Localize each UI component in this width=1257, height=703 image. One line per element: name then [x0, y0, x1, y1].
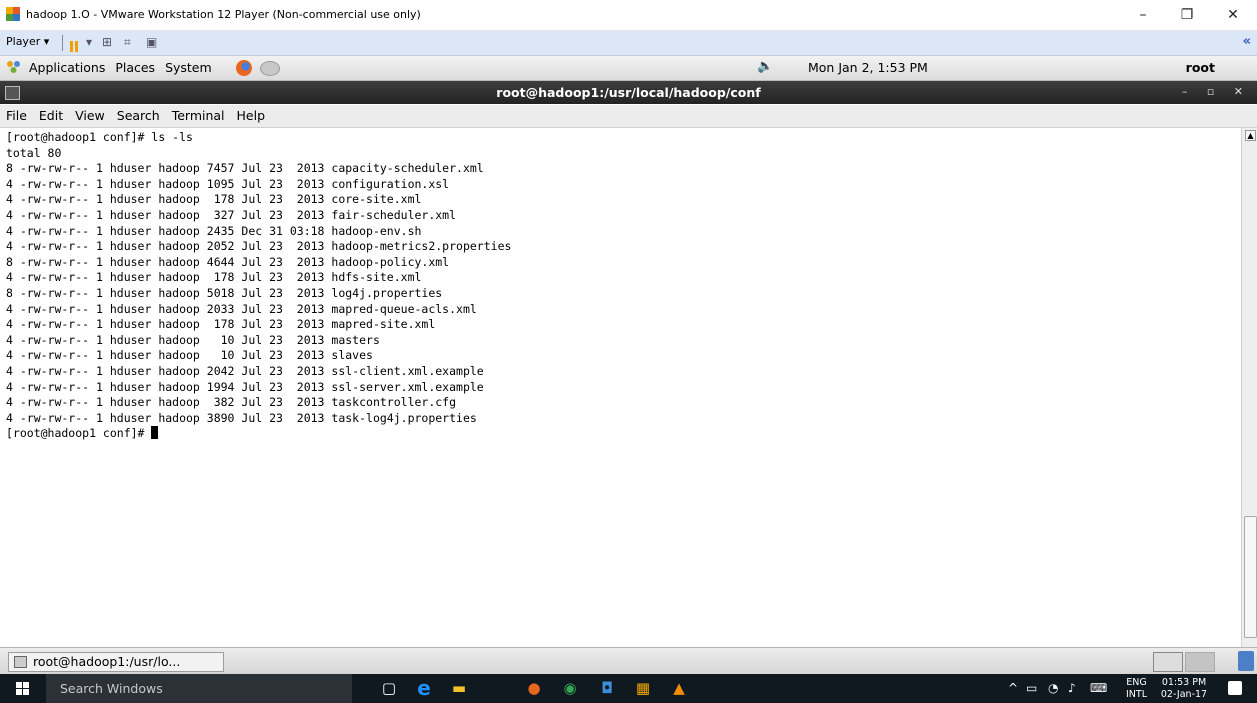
network-devices-icon[interactable]: ⊞	[102, 35, 112, 49]
menu-places[interactable]: Places	[115, 60, 155, 75]
restore-button[interactable]: ❐	[1164, 0, 1210, 30]
menu-help[interactable]: Help	[237, 108, 266, 123]
minimize-button[interactable]: –	[1120, 0, 1166, 30]
taskbar-window-terminal[interactable]: root@hadoop1:/usr/lo...	[8, 652, 224, 672]
wifi-icon[interactable]: ◔	[1048, 681, 1058, 695]
terminal-line: 4 -rw-rw-r-- 1 hduser hadoop 178 Jul 23 …	[6, 317, 436, 332]
terminal-line: 4 -rw-rw-r-- 1 hduser hadoop 2052 Jul 23…	[6, 239, 512, 254]
terminal-line: 4 -rw-rw-r-- 1 hduser hadoop 10 Jul 23 2…	[6, 332, 380, 347]
network-launcher-icon[interactable]	[260, 61, 280, 76]
vmware-taskbar-icon[interactable]: ▦	[626, 674, 660, 703]
task-label: root@hadoop1:/usr/lo...	[33, 654, 181, 669]
terminal-text: [root@hadoop1 conf]# ls -ls total 80 8 -…	[0, 128, 1241, 442]
speaker-icon[interactable]: ♪	[1068, 681, 1076, 695]
vmware-title-bar: hadoop 1.O - VMware Workstation 12 Playe…	[0, 0, 1257, 31]
store-icon[interactable]: ◘	[590, 674, 624, 703]
keyboard-icon[interactable]: ⌨	[1090, 681, 1107, 695]
terminal-prompt: [root@hadoop1 conf]#	[6, 426, 152, 441]
terminal-line: 8 -rw-rw-r-- 1 hduser hadoop 7457 Jul 23…	[6, 161, 484, 176]
terminal-line: 4 -rw-rw-r-- 1 hduser hadoop 2435 Dec 31…	[6, 223, 422, 238]
menu-edit[interactable]: Edit	[39, 108, 63, 123]
terminal-line: 4 -rw-rw-r-- 1 hduser hadoop 2033 Jul 23…	[6, 301, 477, 316]
menu-search[interactable]: Search	[117, 108, 160, 123]
volume-icon[interactable]: 🔈	[757, 59, 773, 74]
windows-search-box[interactable]: Search Windows	[46, 674, 352, 703]
terminal-window-controls[interactable]: – ▫ ✕	[1182, 85, 1251, 98]
workspace-2[interactable]	[1185, 652, 1215, 672]
task-view-icon[interactable]: ▢	[372, 674, 406, 703]
terminal-line: 8 -rw-rw-r-- 1 hduser hadoop 4644 Jul 23…	[6, 254, 450, 269]
menu-file[interactable]: File	[6, 108, 27, 123]
fullscreen-icon[interactable]: ⌗	[124, 35, 131, 50]
terminal-line: 4 -rw-rw-r-- 1 hduser hadoop 3890 Jul 23…	[6, 410, 477, 425]
battery-icon[interactable]: ▭	[1026, 681, 1037, 695]
menu-system[interactable]: System	[165, 60, 212, 75]
terminal-cursor	[151, 426, 159, 440]
terminal-line: 4 -rw-rw-r-- 1 hduser hadoop 382 Jul 23 …	[6, 395, 457, 410]
terminal-title-bar: root@hadoop1:/usr/local/hadoop/conf – ▫ …	[0, 81, 1257, 104]
show-hidden-icons-icon[interactable]: ^	[1008, 681, 1018, 695]
scrollbar-thumb[interactable]	[1244, 516, 1257, 638]
terminal-icon	[14, 656, 27, 668]
panel-clock[interactable]: Mon Jan 2, 1:53 PM	[808, 60, 928, 75]
windows-taskbar: Search Windows ▢ e ▬ ● ◉ ◘ ▦ ▲ ^ ▭ ◔ ♪ ⌨…	[0, 674, 1257, 703]
vmware-window-title: hadoop 1.O - VMware Workstation 12 Playe…	[26, 8, 421, 21]
terminal-line: 4 -rw-rw-r-- 1 hduser hadoop 2042 Jul 23…	[6, 363, 484, 378]
terminal-line: 8 -rw-rw-r-- 1 hduser hadoop 5018 Jul 23…	[6, 285, 443, 300]
chrome-icon[interactable]: ◉	[553, 674, 587, 703]
terminal-output[interactable]: [root@hadoop1 conf]# ls -ls total 80 8 -…	[0, 128, 1241, 647]
terminal-line: 4 -rw-rw-r-- 1 hduser hadoop 327 Jul 23 …	[6, 207, 457, 222]
taskbar-date: 02-Jan-17	[1160, 689, 1208, 700]
menu-terminal[interactable]: Terminal	[172, 108, 225, 123]
vmware-toolbar: Player ▾ ▾ ⊞ ⌗ ▣ «	[0, 31, 1257, 56]
terminal-line: total 80	[6, 145, 62, 160]
terminal-line: 4 -rw-rw-r-- 1 hduser hadoop 1095 Jul 23…	[6, 176, 450, 191]
close-button[interactable]: ✕	[1210, 0, 1256, 30]
menu-view[interactable]: View	[75, 108, 105, 123]
taskbar-time: 01:53 PM	[1161, 677, 1207, 688]
trash-icon[interactable]	[1238, 651, 1254, 671]
toolbar-divider	[62, 35, 63, 51]
applications-foot-icon	[7, 61, 20, 73]
pause-dropdown-icon[interactable]: ▾	[86, 35, 92, 49]
firefox-icon[interactable]: ●	[517, 674, 551, 703]
edge-icon[interactable]: e	[407, 674, 441, 703]
scroll-up-icon[interactable]: ▲	[1245, 130, 1256, 141]
windows-start-icon[interactable]	[16, 682, 29, 695]
taskbar-clock[interactable]: 01:53 PM 02-Jan-17	[1156, 677, 1212, 701]
pause-icon[interactable]	[70, 37, 80, 56]
terminal-line: 4 -rw-rw-r-- 1 hduser hadoop 178 Jul 23 …	[6, 270, 422, 285]
vlc-icon[interactable]: ▲	[662, 674, 696, 703]
firefox-launcher-icon[interactable]	[236, 60, 252, 76]
gnome-top-panel: Applications Places System 🔈 Mon Jan 2, …	[0, 56, 1257, 81]
terminal-line: 4 -rw-rw-r-- 1 hduser hadoop 1994 Jul 23…	[6, 379, 484, 394]
terminal-menubar: File Edit View Search Terminal Help	[0, 105, 1257, 128]
terminal-line: 4 -rw-rw-r-- 1 hduser hadoop 10 Jul 23 2…	[6, 348, 373, 363]
search-placeholder: Search Windows	[60, 681, 163, 696]
menu-applications[interactable]: Applications	[29, 60, 105, 75]
terminal-title: root@hadoop1:/usr/local/hadoop/conf	[496, 85, 761, 100]
lang-code: ENG	[1126, 677, 1147, 688]
file-explorer-icon[interactable]: ▬	[442, 674, 476, 703]
action-center-icon[interactable]	[1228, 681, 1242, 695]
gnome-bottom-panel: root@hadoop1:/usr/lo...	[0, 647, 1257, 674]
terminal-scrollbar[interactable]: ▲	[1241, 128, 1257, 647]
vmware-logo-icon	[6, 7, 20, 21]
terminal-line: [root@hadoop1 conf]# ls -ls	[6, 130, 193, 144]
unity-icon[interactable]: ▣	[146, 35, 157, 49]
workspace-1[interactable]	[1153, 652, 1183, 672]
collapse-toolbar-icon[interactable]: «	[1243, 34, 1251, 49]
player-menu-button[interactable]: Player ▾	[6, 35, 49, 48]
panel-user[interactable]: root	[1186, 60, 1215, 75]
input-language[interactable]: ENG INTL	[1126, 677, 1147, 701]
terminal-line: 4 -rw-rw-r-- 1 hduser hadoop 178 Jul 23 …	[6, 192, 422, 207]
lang-layout: INTL	[1126, 689, 1148, 700]
